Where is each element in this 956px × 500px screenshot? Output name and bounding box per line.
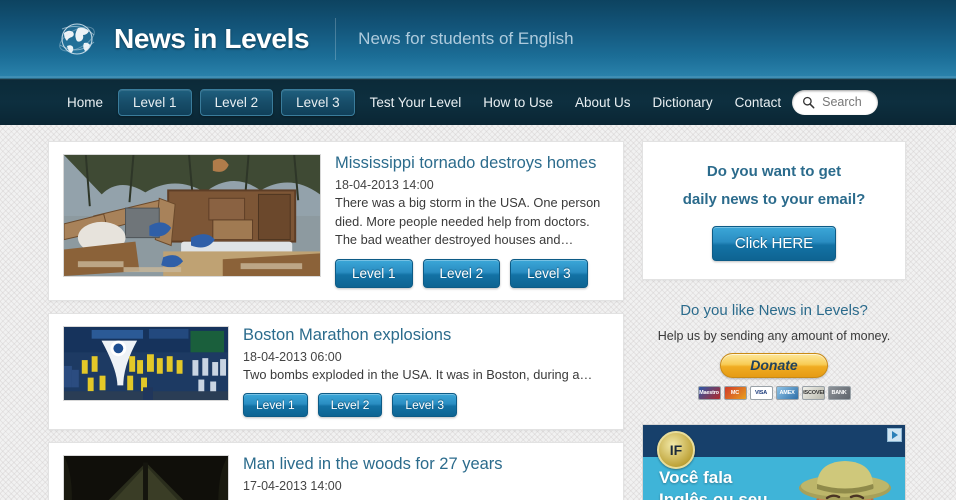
payment-card-icon: AMEX xyxy=(775,385,799,400)
donate-button[interactable]: Donate xyxy=(720,352,828,378)
payment-card-icon: MC xyxy=(723,385,747,400)
ad-choices-icon[interactable] xyxy=(887,427,902,442)
payment-cards: MaestroMCVISAAMEXDISCOVERBANK xyxy=(642,385,906,400)
nav-item-test-your-level[interactable]: Test Your Level xyxy=(359,89,473,116)
article-body: Mississippi tornado destroys homes 18-04-… xyxy=(335,154,609,288)
level-button-row: Level 1 Level 2 Level 3 xyxy=(335,258,609,288)
email-signup-line2: daily news to your email? xyxy=(682,190,866,208)
nav-item-dictionary[interactable]: Dictionary xyxy=(642,89,724,116)
level-button-1[interactable]: Level 1 xyxy=(335,258,413,288)
main-navigation: Home Level 1 Level 2 Level 3 Test Your Level… xyxy=(0,78,956,125)
payment-card-icon: DISCOVER xyxy=(801,385,825,400)
donate-block: Do you like News in Levels? Help us by s… xyxy=(642,280,906,406)
nav-item-how-to-use[interactable]: How to Use xyxy=(472,89,564,116)
site-header: News in Levels News for students of Engl… xyxy=(0,0,956,78)
article-thumbnail[interactable] xyxy=(63,325,229,401)
nav-item-home[interactable]: Home xyxy=(56,89,114,116)
level-button-1[interactable]: Level 1 xyxy=(243,393,308,418)
nav-item-level-3[interactable]: Level 3 xyxy=(281,88,355,116)
email-signup-line1: Do you want to get xyxy=(706,163,842,180)
ad-badge-icon: IF xyxy=(657,430,695,469)
ad-headline-line2: Inglês ou seu xyxy=(659,490,768,500)
level-button-2[interactable]: Level 2 xyxy=(422,258,501,288)
sidebar: Do you want to get daily news to your em… xyxy=(642,141,906,500)
brand-title[interactable]: News in Levels xyxy=(114,23,310,55)
click-here-button[interactable]: Click HERE xyxy=(711,225,837,261)
advertisement[interactable]: IF Você fala Inglês ou seu xyxy=(642,423,906,500)
ad-headline-line1: Você fala xyxy=(659,467,733,487)
nav-item-about-us[interactable]: About Us xyxy=(564,89,642,116)
article-card: Boston Marathon explosions 18-04-2013 06:… xyxy=(48,312,624,431)
article-excerpt: There was a big storm in the USA. One pe… xyxy=(335,194,601,248)
article-thumbnail[interactable] xyxy=(63,154,321,277)
payment-card-icon: VISA xyxy=(749,385,773,400)
article-card: Mississippi tornado destroys homes 18-04-… xyxy=(48,141,624,301)
search-icon xyxy=(802,96,815,109)
header-inner: News in Levels News for students of Engl… xyxy=(48,0,908,78)
article-date: 17-04-2013 14:00 xyxy=(243,479,342,494)
article-body: Boston Marathon explosions 18-04-2013 06:… xyxy=(243,326,609,418)
donate-subtitle: Help us by sending any amount of money. xyxy=(657,328,891,343)
nav-inner: Home Level 1 Level 2 Level 3 Test Your Level… xyxy=(48,79,908,125)
level-button-row: Level 1 Level 2 Level 3 xyxy=(243,393,609,418)
article-body: Man lived in the woods for 27 years 17-04… xyxy=(243,455,609,500)
article-thumbnail[interactable] xyxy=(63,455,229,500)
level-button-3[interactable]: Level 3 xyxy=(392,393,458,418)
article-date: 18-04-2013 06:00 xyxy=(243,349,342,364)
article-date: 18-04-2013 14:00 xyxy=(335,177,434,192)
search-input[interactable] xyxy=(822,95,868,109)
article-card: Man lived in the woods for 27 years 17-04… xyxy=(48,442,624,500)
article-title[interactable]: Man lived in the woods for 27 years xyxy=(243,455,609,474)
email-signup-box: Do you want to get daily news to your em… xyxy=(642,141,906,280)
site-tagline: News for students of English xyxy=(358,29,574,48)
level-button-2[interactable]: Level 2 xyxy=(317,393,383,418)
nav-item-level-1[interactable]: Level 1 xyxy=(118,88,192,116)
donate-title: Do you like News in Levels? xyxy=(680,301,868,319)
search-box[interactable] xyxy=(792,89,878,115)
ad-headline: Você fala Inglês ou seu xyxy=(659,467,768,500)
article-title[interactable]: Mississippi tornado destroys homes xyxy=(335,154,609,173)
article-excerpt: Two bombs exploded in the USA. It was in… xyxy=(243,366,593,382)
brand-divider xyxy=(335,18,337,60)
globe-icon[interactable] xyxy=(54,15,102,63)
payment-card-icon: Maestro xyxy=(697,385,721,400)
nav-item-contact[interactable]: Contact xyxy=(724,89,793,116)
nav-item-level-2[interactable]: Level 2 xyxy=(199,88,274,116)
level-button-3[interactable]: Level 3 xyxy=(510,258,588,288)
page-content: Mississippi tornado destroys homes 18-04-… xyxy=(48,125,908,500)
article-title[interactable]: Boston Marathon explosions xyxy=(243,326,609,345)
ad-face-illustration xyxy=(787,442,899,500)
article-list: Mississippi tornado destroys homes 18-04-… xyxy=(48,141,624,500)
payment-card-icon: BANK xyxy=(827,385,851,400)
